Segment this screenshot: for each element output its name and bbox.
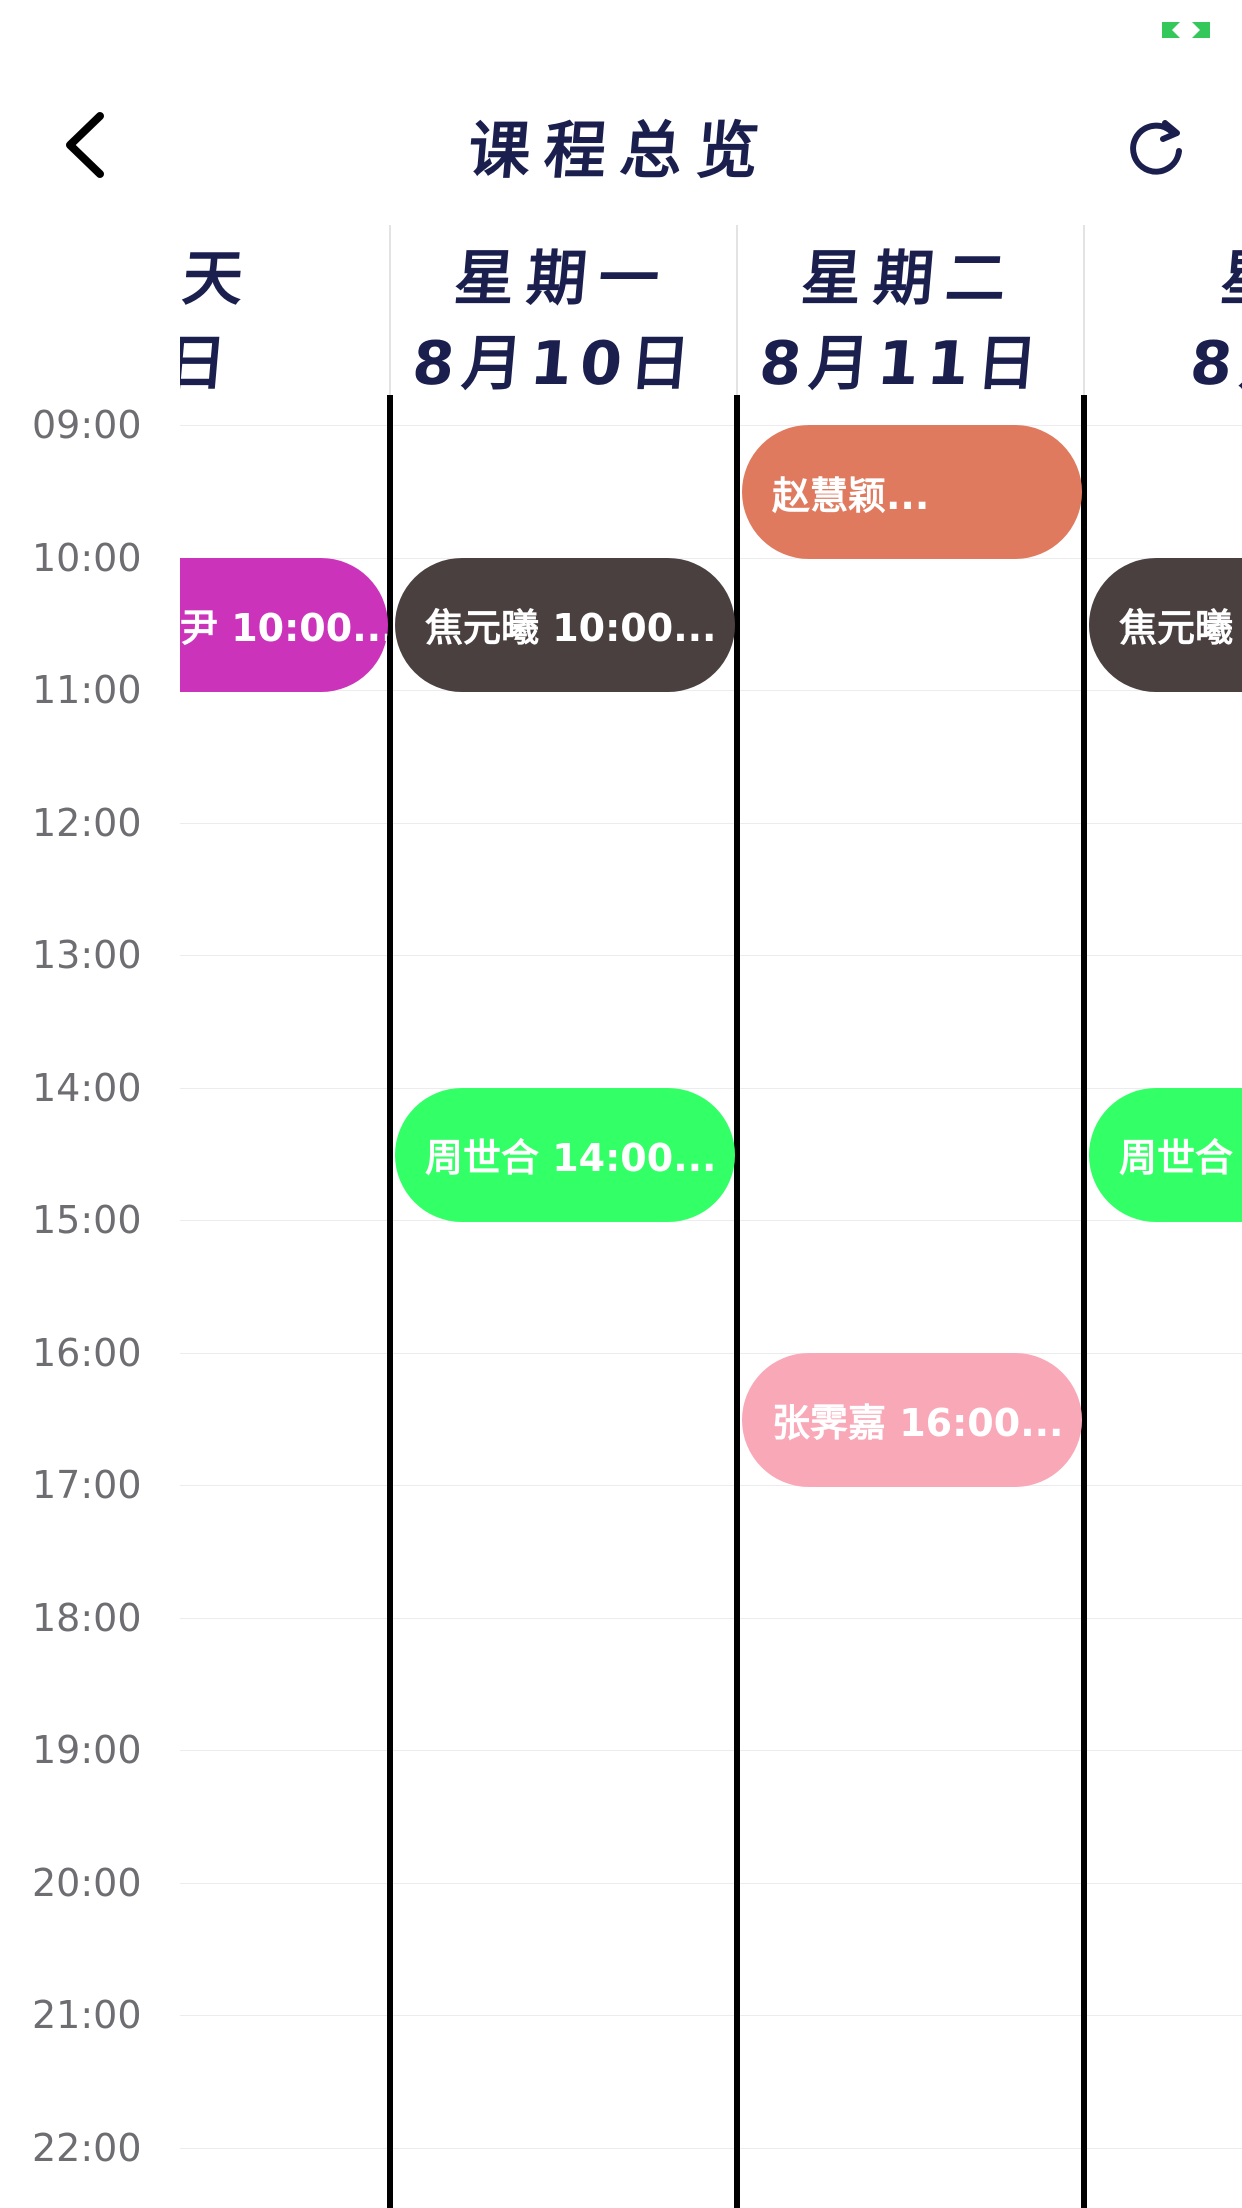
course-event[interactable]: 赵慧颖...: [742, 425, 1082, 559]
time-label: 15:00: [32, 1198, 142, 1242]
time-label: 22:00: [32, 2125, 142, 2170]
course-event[interactable]: 周世合 14:00...: [395, 1087, 735, 1222]
refresh-icon[interactable]: [1125, 115, 1187, 177]
time-label: 12:00: [32, 800, 142, 845]
day-header-date: 8月11日: [756, 329, 1048, 395]
column-divider: [387, 395, 393, 2208]
day-header-date: 9日: [180, 329, 238, 395]
day-header-1: 星期一 8月10日: [380, 225, 741, 395]
page-title: 课程总览: [465, 114, 776, 187]
schedule-grid: 尹 10:00... 焦元曦 10:00... 周世合 14:00... 赵慧颖...…: [180, 395, 1242, 2208]
course-event[interactable]: 焦元曦 10:00...: [395, 557, 735, 692]
day-header-0: 期天 9日: [180, 225, 360, 395]
day-header-3: 星 8月: [1074, 225, 1242, 395]
course-event[interactable]: 尹 10:00...: [180, 557, 388, 692]
course-event[interactable]: 周世合: [1089, 1087, 1242, 1222]
time-label: 14:00: [32, 1065, 142, 1110]
day-header-weekday: 星期一: [451, 244, 674, 314]
time-label: 21:00: [32, 1993, 142, 2037]
status-indicator-icon: [1162, 22, 1210, 38]
header-divider: [736, 225, 738, 395]
day-header-date: 8月10日: [409, 329, 701, 395]
day-header-date: 8月: [1187, 329, 1242, 395]
header-divider: [389, 225, 391, 395]
time-label: 16:00: [32, 1330, 142, 1375]
header-divider: [1083, 225, 1085, 395]
course-event[interactable]: 张霁嘉 16:00...: [742, 1352, 1082, 1487]
column-divider: [1081, 395, 1087, 2208]
day-header-2: 星期二 8月11日: [727, 225, 1088, 395]
day-header-weekday: 星期二: [798, 244, 1021, 314]
time-label: 11:00: [32, 668, 142, 712]
day-header-weekday: 期天: [180, 244, 258, 314]
time-label: 20:00: [32, 1860, 142, 1905]
time-label: 09:00: [32, 403, 142, 447]
time-label: 19:00: [32, 1728, 142, 1772]
time-label: 10:00: [32, 535, 142, 580]
day-header-weekday: 星: [1217, 244, 1242, 314]
time-label: 13:00: [32, 933, 142, 977]
course-event[interactable]: 焦元曦: [1089, 557, 1242, 692]
time-label: 17:00: [32, 1463, 142, 1507]
column-divider: [734, 395, 740, 2208]
day-header-row: 期天 9日 星期一 8月10日 星期二 8月11日 星 8月: [180, 225, 1242, 395]
time-label: 18:00: [32, 1595, 142, 1640]
